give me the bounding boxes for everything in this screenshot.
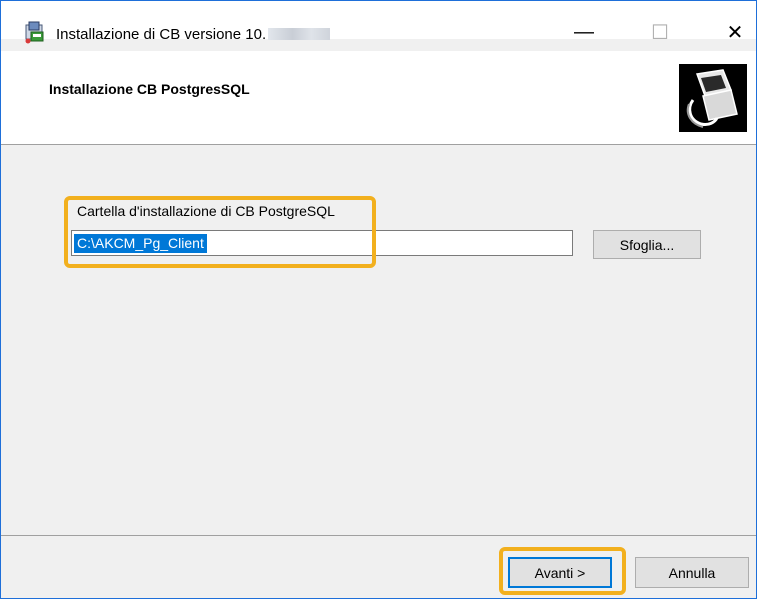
window-title-text: Installazione di CB versione 10. [56, 26, 267, 43]
installer-logo-icon [679, 64, 747, 132]
page-title: Installazione CB PostgresSQL [49, 81, 250, 97]
maximize-button[interactable]: ☐ [637, 15, 683, 49]
wizard-footer: Avanti > Annulla [1, 535, 756, 598]
redacted-version [268, 28, 331, 40]
wizard-content: Cartella d'installazione di CB PostgreSQ… [1, 145, 756, 535]
highlight-install-folder [64, 196, 376, 268]
window-title: Installazione di CB versione 10. [56, 26, 331, 43]
cancel-button[interactable]: Annulla [635, 557, 749, 588]
close-button[interactable]: ✕ [712, 15, 756, 49]
wizard-header: Installazione CB PostgresSQL [1, 51, 756, 145]
title-bar: Installazione di CB versione 10. — ☐ ✕ [1, 1, 756, 44]
installer-window: Installazione di CB versione 10. — ☐ ✕ I… [0, 0, 757, 599]
highlight-next-button [499, 547, 626, 595]
minimize-button[interactable]: — [561, 15, 607, 49]
installer-icon [25, 21, 44, 44]
browse-button[interactable]: Sfoglia... [593, 230, 701, 259]
